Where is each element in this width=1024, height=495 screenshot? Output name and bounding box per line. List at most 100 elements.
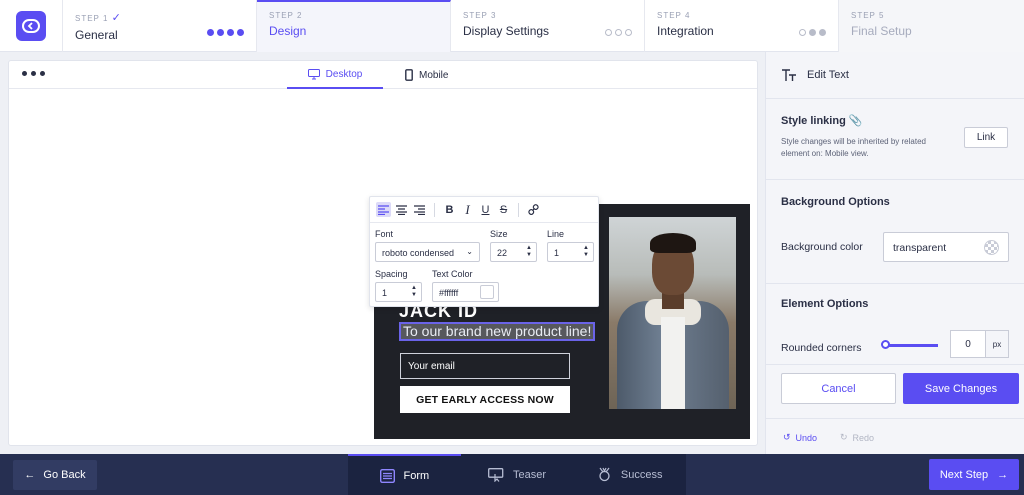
tab-form[interactable]: Form xyxy=(348,454,461,495)
background-color-input[interactable]: transparent xyxy=(883,232,1009,262)
rounded-corners-slider[interactable] xyxy=(886,344,938,347)
size-stepper[interactable]: 22 ▲ ▼ xyxy=(490,242,537,262)
chevron-down-icon: ⌄ xyxy=(466,247,473,256)
step-progress-dots xyxy=(605,29,632,36)
link-button[interactable]: Link xyxy=(964,127,1008,148)
align-center-icon[interactable] xyxy=(394,202,409,217)
paperclip-icon: 📎 xyxy=(848,115,863,127)
step-number: STEP 2 xyxy=(269,11,303,20)
step-number: STEP 1 ✓ xyxy=(75,12,122,24)
app-logo-icon[interactable] xyxy=(16,11,46,41)
element-options-title: Element Options xyxy=(781,298,869,310)
size-label: Size xyxy=(490,229,508,239)
tab-label: Desktop xyxy=(325,68,363,80)
undo-button[interactable]: ↺ Undo xyxy=(783,432,817,443)
undo-icon: ↺ xyxy=(783,432,791,442)
go-back-button[interactable]: ← Go Back xyxy=(13,460,97,490)
format-buttons: B I U S xyxy=(370,197,598,223)
panel-header: Edit Text xyxy=(766,52,1024,99)
style-linking-section: Style linking 📎 Style changes will be in… xyxy=(766,99,1024,180)
align-right-icon[interactable] xyxy=(412,202,427,217)
spacing-label: Spacing xyxy=(375,269,408,279)
progress-dot xyxy=(615,29,622,36)
step-general[interactable]: STEP 1 ✓ General xyxy=(63,0,257,52)
color-swatch[interactable] xyxy=(480,285,494,299)
redo-icon: ↻ xyxy=(840,432,848,442)
slider-handle[interactable] xyxy=(881,340,890,349)
progress-dot xyxy=(605,29,612,36)
font-label: Font xyxy=(375,229,394,239)
progress-dot xyxy=(237,29,244,36)
line-height-stepper[interactable]: 1 ▲ ▼ xyxy=(547,242,594,262)
edit-text-panel: Edit Text Style linking 📎 Style changes … xyxy=(765,52,1024,454)
text-color-label: Text Color xyxy=(432,269,473,279)
align-left-icon[interactable] xyxy=(376,202,391,217)
email-field[interactable]: Your email xyxy=(400,353,570,379)
bold-icon[interactable]: B xyxy=(442,202,457,217)
italic-icon[interactable]: I xyxy=(460,202,475,217)
tab-success[interactable]: Success xyxy=(573,454,686,495)
underline-icon[interactable]: U xyxy=(478,202,493,217)
line-label: Line xyxy=(547,229,565,239)
style-linking-title: Style linking 📎 xyxy=(781,115,863,127)
window-dots-icon xyxy=(22,71,45,76)
arrow-right-icon: → xyxy=(997,468,1009,481)
stepper-arrows-icon[interactable]: ▲ ▼ xyxy=(583,245,589,259)
strikethrough-icon[interactable]: S xyxy=(496,202,511,217)
view-tabs: Form Teaser Success xyxy=(348,454,686,495)
transparent-swatch-icon[interactable] xyxy=(984,240,999,255)
progress-dot xyxy=(227,29,234,36)
step-number: STEP 4 xyxy=(657,11,691,20)
arrow-left-icon: ← xyxy=(24,469,36,481)
tab-label: Mobile xyxy=(419,69,449,81)
popup-subtext-selected[interactable]: To our brand new product line! xyxy=(399,322,596,341)
rounded-corners-input[interactable]: 0 xyxy=(950,330,986,358)
progress-dot xyxy=(217,29,224,36)
step-design[interactable]: STEP 2 Design xyxy=(257,0,451,52)
font-select[interactable]: roboto condensed ⌄ xyxy=(375,242,480,262)
tab-teaser[interactable]: Teaser xyxy=(461,454,574,495)
model-photo xyxy=(609,217,736,409)
next-step-button[interactable]: Next Step → xyxy=(929,459,1019,490)
step-number: STEP 5 xyxy=(851,11,885,20)
spacing-stepper[interactable]: 1 ▲ ▼ xyxy=(375,282,422,302)
desktop-icon xyxy=(307,68,320,79)
tab-desktop[interactable]: Desktop xyxy=(287,61,383,89)
progress-dot xyxy=(809,29,816,36)
stepper-arrows-icon[interactable]: ▲ ▼ xyxy=(526,245,532,259)
step-integration[interactable]: STEP 4 Integration xyxy=(645,0,839,52)
unit-label: px xyxy=(985,330,1009,358)
text-editor-toolbar: B I U S Font roboto condensed ⌄ Size 22 ▲ ▼… xyxy=(369,196,599,307)
progress-dot xyxy=(207,29,214,36)
bottom-bar: ← Go Back Form Teaser Success Next Step → xyxy=(0,454,1024,495)
style-linking-desc: Style changes will be inherited by relat… xyxy=(781,137,926,158)
step-final-setup[interactable]: STEP 5 Final Setup xyxy=(839,0,1024,52)
cta-button[interactable]: GET EARLY ACCESS NOW xyxy=(400,386,570,413)
step-display-settings[interactable]: STEP 3 Display Settings xyxy=(451,0,645,52)
save-changes-button[interactable]: Save Changes xyxy=(903,373,1019,404)
stepper-arrows-icon[interactable]: ▲ ▼ xyxy=(411,285,417,299)
trophy-icon xyxy=(599,467,610,482)
step-progress-dots xyxy=(799,29,826,36)
step-bar: STEP 1 ✓ General STEP 2 Design STEP 3 Di… xyxy=(0,0,1024,52)
preview-header: Desktop Mobile xyxy=(9,61,757,89)
text-format-icon xyxy=(782,69,796,81)
text-color-input[interactable]: #ffffff xyxy=(432,282,499,302)
step-number: STEP 3 xyxy=(463,11,497,20)
redo-button[interactable]: ↻ Redo xyxy=(840,432,874,443)
link-icon[interactable] xyxy=(526,202,541,217)
step-name: Design xyxy=(269,24,307,38)
mobile-icon xyxy=(405,69,413,81)
cancel-button[interactable]: Cancel xyxy=(781,373,896,404)
progress-dot xyxy=(819,29,826,36)
progress-dot xyxy=(625,29,632,36)
step-name: Final Setup xyxy=(851,24,912,38)
teaser-icon xyxy=(488,467,504,482)
progress-dot xyxy=(799,29,806,36)
form-icon xyxy=(379,468,395,483)
check-icon: ✓ xyxy=(111,12,122,24)
logo-cell[interactable] xyxy=(0,0,63,52)
tab-mobile[interactable]: Mobile xyxy=(405,61,465,89)
step-progress-dots xyxy=(207,29,244,36)
panel-title: Edit Text xyxy=(807,69,849,81)
